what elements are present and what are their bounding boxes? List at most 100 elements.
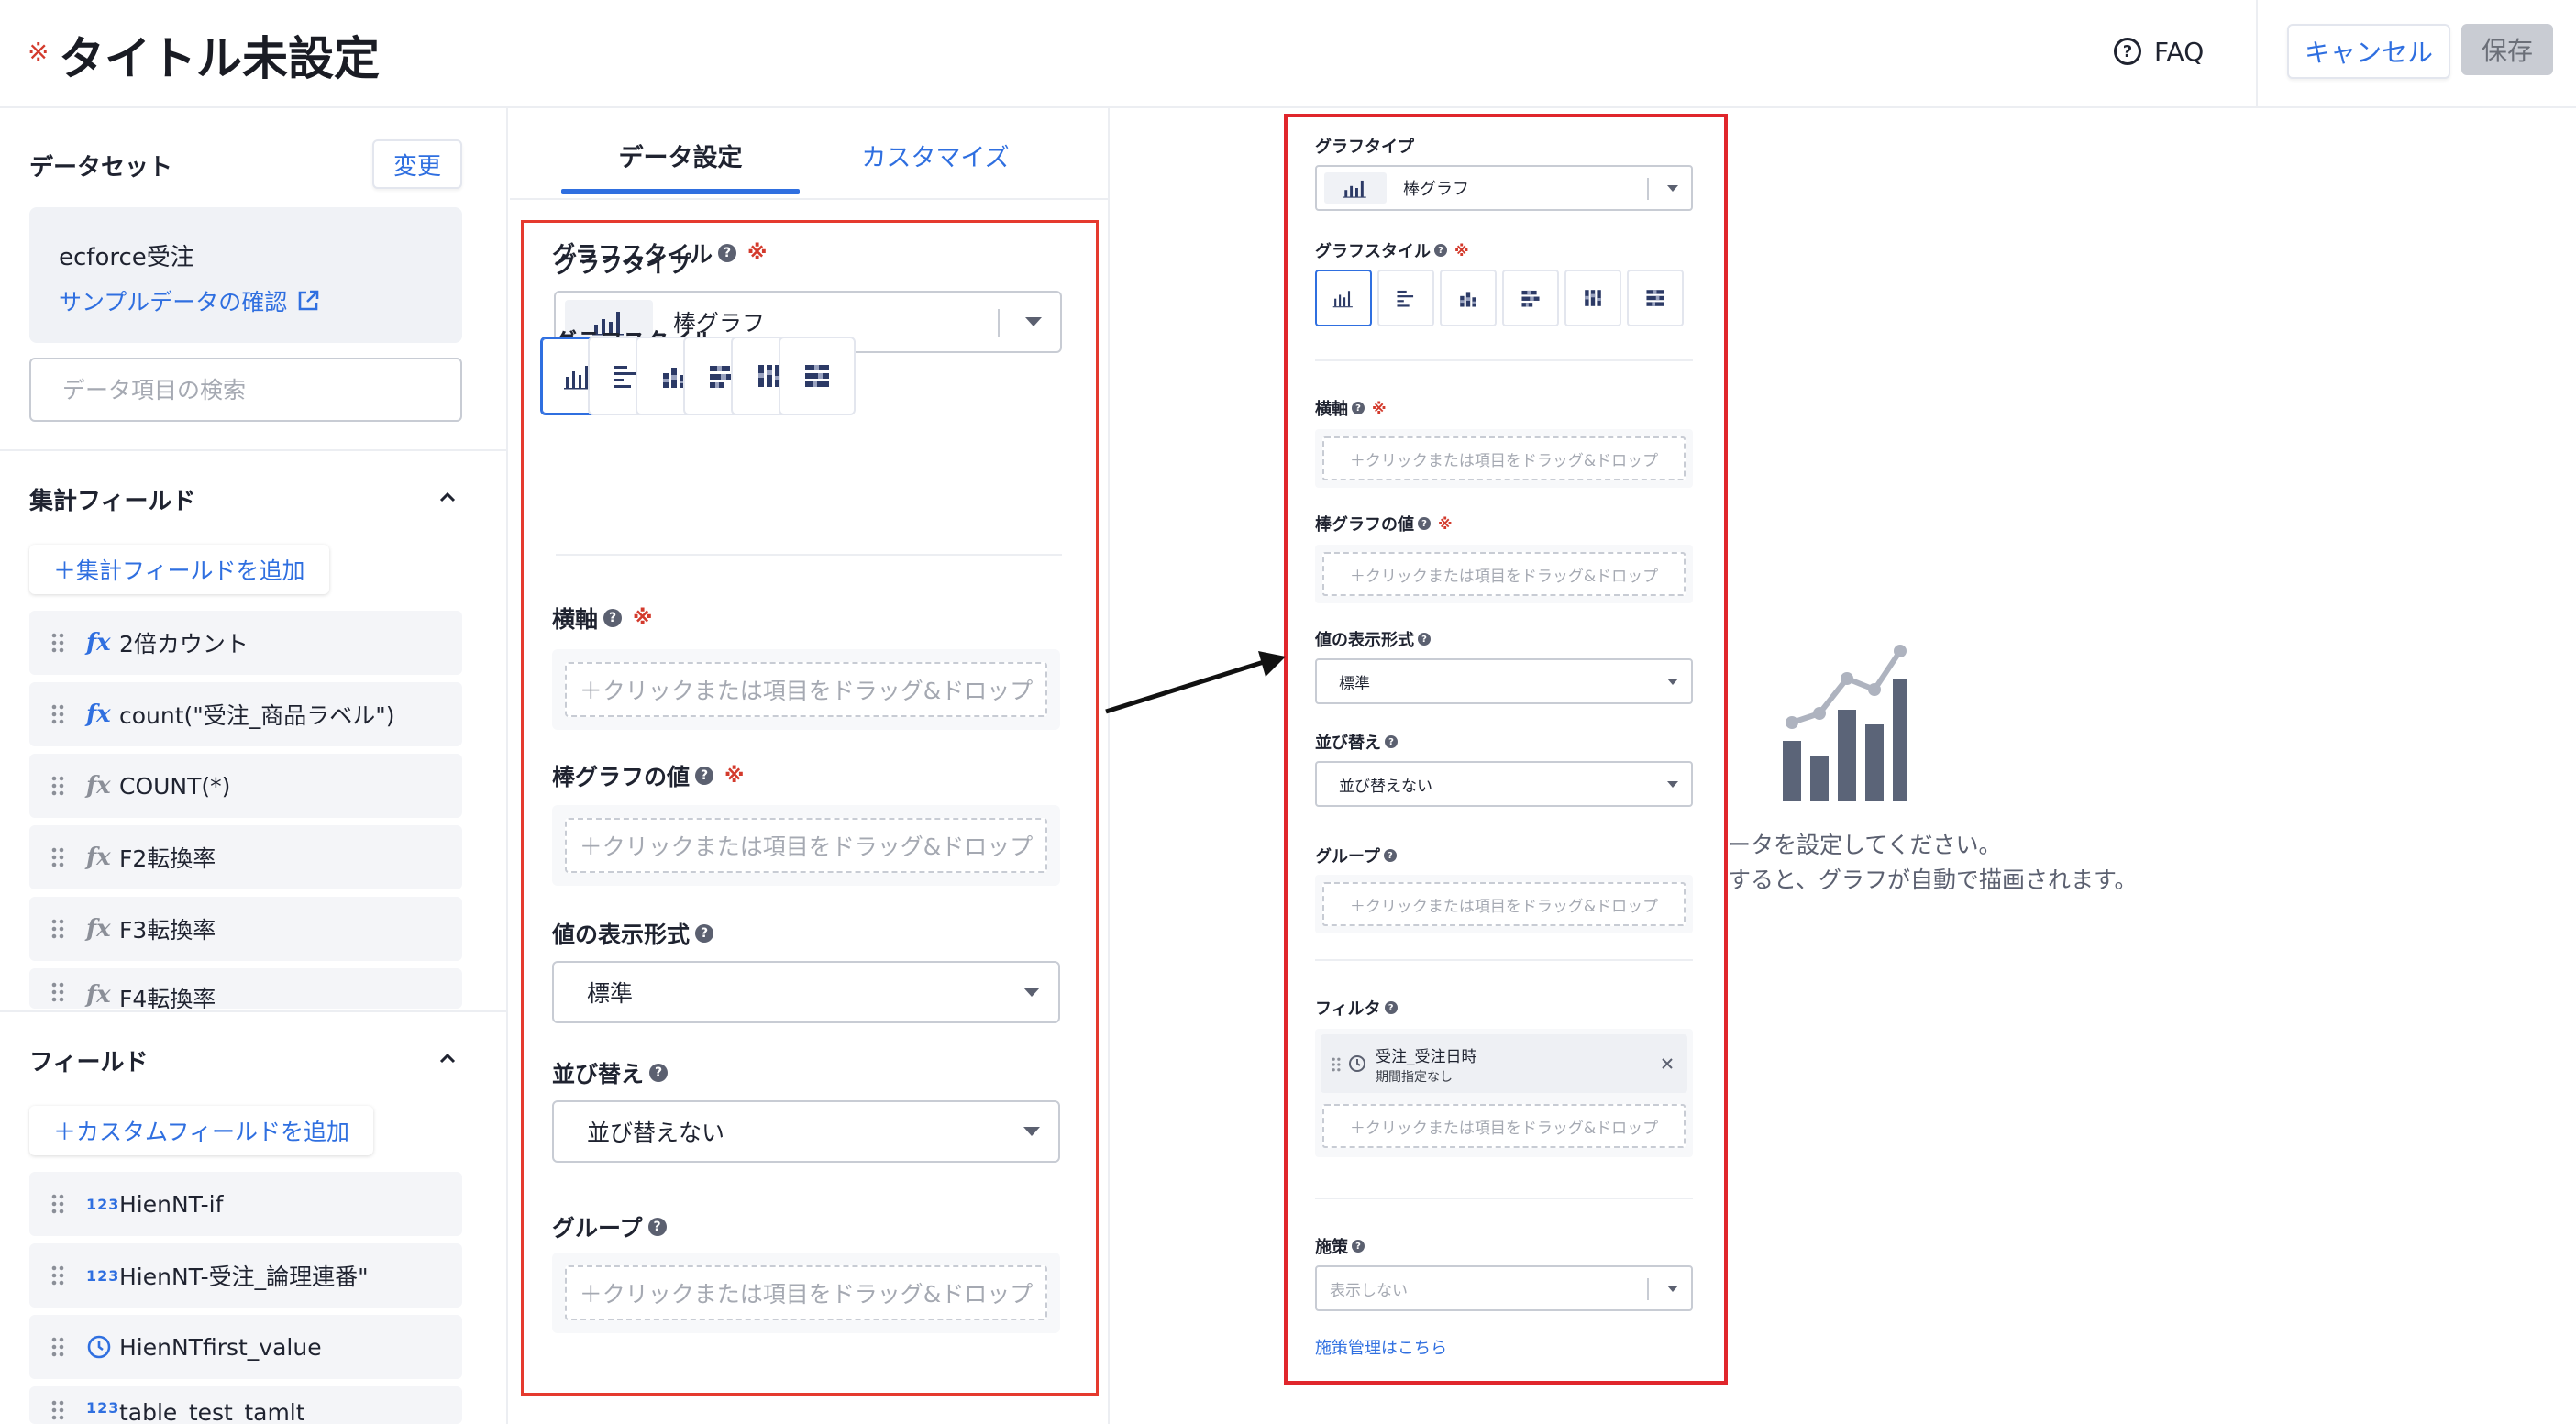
value-format-label-text: 値の表示形式 bbox=[1315, 631, 1414, 650]
sort-select[interactable]: 並び替えない bbox=[1315, 761, 1693, 807]
x-axis-dropzone[interactable]: ＋クリックまたは項目をドラッグ&ドロップ bbox=[1322, 436, 1686, 480]
value-format-select[interactable]: 標準 bbox=[552, 961, 1060, 1023]
drag-handle-icon[interactable] bbox=[51, 918, 64, 940]
drag-handle-icon[interactable] bbox=[51, 981, 64, 1003]
drag-handle-icon[interactable] bbox=[51, 703, 64, 725]
help-icon[interactable]: ? bbox=[1418, 633, 1431, 646]
graph-style-horizontal-bar[interactable] bbox=[1377, 270, 1434, 326]
tab-customize[interactable]: カスタマイズ bbox=[816, 134, 1055, 183]
section-divider bbox=[0, 449, 508, 451]
bar-value-dropzone[interactable]: ＋クリックまたは項目をドラッグ&ドロップ bbox=[1322, 552, 1686, 596]
filter-item[interactable]: 受注_受注日時 期間指定なし bbox=[1321, 1034, 1687, 1093]
function-icon: fx bbox=[86, 981, 111, 1009]
change-dataset-button[interactable]: 変更 bbox=[372, 139, 462, 189]
bar-value-dropzone[interactable]: ＋クリックまたは項目をドラッグ&ドロップ bbox=[565, 818, 1047, 873]
help-icon[interactable]: ? bbox=[603, 609, 623, 627]
save-button[interactable]: 保存 bbox=[2461, 24, 2553, 75]
chevron-up-icon[interactable] bbox=[437, 1047, 459, 1069]
field-label: table_test_tamlt bbox=[119, 1399, 305, 1424]
add-custom-field-button[interactable]: ＋カスタムフィールドを追加 bbox=[29, 1106, 374, 1155]
graph-style-100pct-horizontal[interactable] bbox=[1627, 270, 1684, 326]
field-label: F4転換率 bbox=[119, 986, 216, 1009]
help-icon[interactable]: ? bbox=[1352, 402, 1365, 414]
caret-down-icon bbox=[1667, 1286, 1678, 1292]
help-icon[interactable]: ? bbox=[1384, 1001, 1398, 1014]
faq-link[interactable]: ? FAQ bbox=[2114, 33, 2204, 70]
aggregate-field-item[interactable]: fx count("受注_商品ラベル") bbox=[29, 682, 462, 746]
x-axis-label: 横軸 ? ※ bbox=[1315, 396, 1387, 420]
measure-select[interactable]: 表示しない bbox=[1315, 1265, 1693, 1311]
drag-handle-icon[interactable] bbox=[51, 846, 64, 868]
graph-style-stacked-bar[interactable] bbox=[1440, 270, 1497, 326]
aggregate-field-item[interactable]: fx F2転換率 bbox=[29, 825, 462, 889]
required-mark: ※ bbox=[1372, 399, 1387, 417]
drag-handle-icon[interactable] bbox=[51, 1193, 64, 1215]
function-icon: fx bbox=[86, 772, 111, 800]
sample-data-link[interactable]: サンプルデータの確認 bbox=[59, 284, 320, 317]
field-item[interactable]: 123 HienNT-if bbox=[29, 1172, 462, 1236]
group-dropzone-wrap: ＋クリックまたは項目をドラッグ&ドロップ bbox=[552, 1253, 1060, 1333]
graph-style-100pct-bar[interactable] bbox=[1564, 270, 1621, 326]
field-label: COUNT(*) bbox=[119, 772, 231, 800]
graph-type-label-text: グラフタイプ bbox=[1315, 138, 1414, 157]
group-dropzone[interactable]: ＋クリックまたは項目をドラッグ&ドロップ bbox=[1322, 882, 1686, 926]
graph-type-label: グラフタイプ bbox=[1315, 134, 1414, 158]
help-icon[interactable]: ? bbox=[695, 767, 714, 785]
help-icon[interactable]: ? bbox=[718, 244, 737, 262]
chevron-up-icon[interactable] bbox=[437, 486, 459, 508]
aggregate-field-item[interactable]: fx F3転換率 bbox=[29, 897, 462, 961]
filter-area: 受注_受注日時 期間指定なし ＋クリックまたは項目をドラッグ&ドロップ bbox=[1315, 1029, 1693, 1157]
drag-handle-icon[interactable] bbox=[51, 1336, 64, 1358]
graph-style-vertical-bar[interactable] bbox=[1315, 270, 1372, 326]
header-divider bbox=[2256, 0, 2258, 108]
aggregate-field-item[interactable]: fx 2倍カウント bbox=[29, 611, 462, 675]
sort-label-text: 並び替え bbox=[1315, 734, 1381, 753]
filter-dropzone[interactable]: ＋クリックまたは項目をドラッグ&ドロップ bbox=[1322, 1104, 1686, 1148]
value-format-label: 値の表示形式 ? bbox=[1315, 627, 1431, 651]
help-icon[interactable]: ? bbox=[1383, 849, 1397, 862]
close-icon[interactable] bbox=[1660, 1056, 1675, 1071]
graph-style-stacked-horizontal[interactable] bbox=[1502, 270, 1559, 326]
field-label: 2倍カウント bbox=[119, 631, 249, 657]
help-icon[interactable]: ? bbox=[649, 1064, 669, 1082]
help-icon[interactable]: ? bbox=[647, 1218, 667, 1236]
add-aggregate-field-button[interactable]: ＋集計フィールドを追加 bbox=[29, 545, 329, 594]
drag-handle-icon[interactable] bbox=[51, 775, 64, 797]
sample-data-label: サンプルデータの確認 bbox=[59, 289, 288, 315]
drag-handle-icon[interactable] bbox=[1332, 1056, 1341, 1073]
measure-management-link[interactable]: 施策管理はこちら bbox=[1315, 1335, 1447, 1359]
drag-handle-icon[interactable] bbox=[51, 632, 64, 654]
x-axis-dropzone[interactable]: ＋クリックまたは項目をドラッグ&ドロップ bbox=[565, 662, 1047, 717]
aggregate-field-item[interactable]: fx COUNT(*) bbox=[29, 754, 462, 818]
help-icon[interactable]: ? bbox=[1418, 517, 1431, 530]
data-item-search-input[interactable] bbox=[29, 358, 462, 422]
function-icon: fx bbox=[86, 844, 111, 871]
help-icon[interactable]: ? bbox=[695, 924, 714, 943]
drag-handle-icon[interactable] bbox=[51, 1264, 64, 1286]
field-item[interactable]: 123 table_test_tamlt bbox=[29, 1386, 462, 1424]
x-axis-label-text: 横軸 bbox=[1315, 400, 1348, 419]
help-icon[interactable]: ? bbox=[1385, 735, 1398, 748]
field-item[interactable]: HienNTfirst_value bbox=[29, 1315, 462, 1379]
caret-down-icon bbox=[1667, 185, 1678, 192]
group-dropzone[interactable]: ＋クリックまたは項目をドラッグ&ドロップ bbox=[565, 1265, 1047, 1320]
sort-select[interactable]: 並び替えない bbox=[552, 1100, 1060, 1163]
drag-handle-icon[interactable] bbox=[51, 1399, 64, 1421]
graph-style-100pct-horizontal[interactable] bbox=[779, 337, 856, 415]
aggregate-fields-title: 集計フィールド bbox=[29, 488, 196, 515]
graph-type-select[interactable]: 棒グラフ bbox=[1315, 165, 1693, 211]
required-mark: ※ bbox=[1454, 241, 1469, 259]
value-format-select[interactable]: 標準 bbox=[1315, 658, 1693, 704]
cancel-button[interactable]: キャンセル bbox=[2287, 24, 2450, 79]
field-label: count("受注_商品ラベル") bbox=[119, 702, 395, 729]
field-item[interactable]: 123 HienNT-受注_論理連番" bbox=[29, 1243, 462, 1308]
function-icon: fx bbox=[86, 701, 111, 728]
dataset-label: データセット bbox=[29, 154, 173, 182]
aggregate-field-item[interactable]: fx F4転換率 bbox=[29, 968, 462, 1009]
bar-value-dropzone-wrap: ＋クリックまたは項目をドラッグ&ドロップ bbox=[1315, 545, 1693, 603]
help-icon[interactable]: ? bbox=[1434, 244, 1447, 257]
page-title[interactable]: タイトル未設定 bbox=[59, 22, 380, 88]
filter-item-sub: 期間指定なし bbox=[1376, 1070, 1453, 1085]
help-icon[interactable]: ? bbox=[1352, 1240, 1365, 1253]
sort-value: 並び替えない bbox=[587, 1120, 725, 1146]
